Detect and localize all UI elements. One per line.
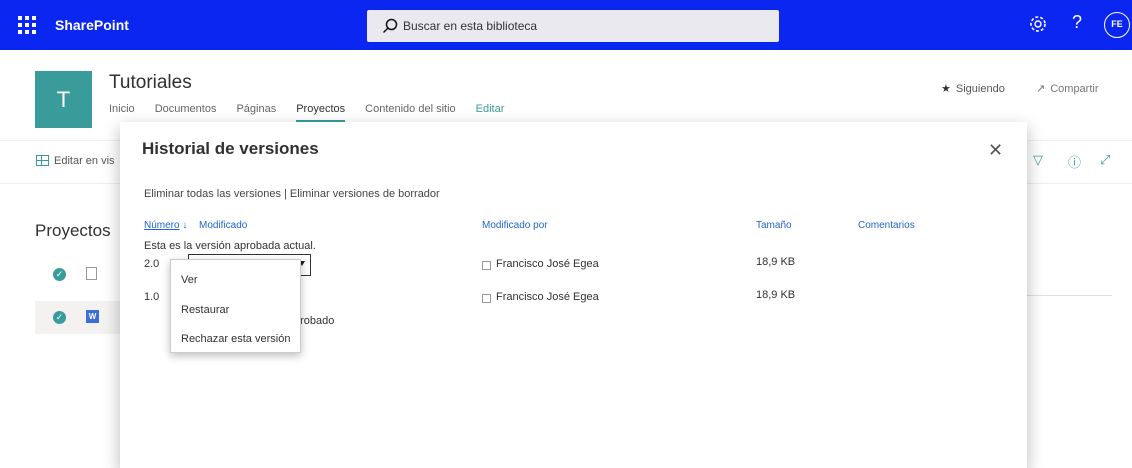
modified-by[interactable]: Francisco José Egea [496,258,599,270]
list-item-selected[interactable] [35,301,123,334]
column-header-modified-by[interactable]: Modificado por [482,220,548,231]
word-file-icon: W [86,310,99,323]
site-logo[interactable]: T [35,71,92,128]
user-avatar[interactable]: FE [1104,12,1130,38]
edit-grid-label: Editar en vis [54,155,115,167]
modified-by[interactable]: Francisco José Egea [496,291,599,303]
nav-documentos[interactable]: Documentos [155,103,217,122]
nav-proyectos[interactable]: Proyectos [296,103,346,122]
user-icon [482,294,491,303]
suite-bar: SharePoint Buscar en esta biblioteca ? F… [0,0,1132,50]
file-size: 18,9 KB [756,289,796,301]
column-header-number[interactable]: Número ↓ [144,220,187,231]
search-icon [382,18,398,34]
library-title: Proyectos [35,221,111,240]
number-sort-link[interactable]: Número [144,220,180,231]
check-icon: ✓ [53,268,66,281]
version-context-menu: Ver Restaurar Rechazar esta versión [170,259,301,353]
file-icon [86,267,97,280]
grid-icon [36,155,49,166]
star-icon: ★ [941,83,951,95]
column-header-size[interactable]: Tamaño [756,220,792,231]
column-header-modified[interactable]: Modificado [199,220,247,231]
version-number: 2.0 [144,258,160,270]
version-number: 1.0 [144,291,160,303]
follow-button[interactable]: ★ Siguiendo [941,82,1005,95]
waffle-icon[interactable] [16,14,38,36]
app-name[interactable]: SharePoint [55,17,129,33]
search-placeholder: Buscar en esta biblioteca [403,19,538,33]
gear-icon[interactable] [1027,13,1049,35]
column-header-comments[interactable]: Comentarios [858,220,915,231]
delete-versions-links[interactable]: Eliminar todas las versiones | Eliminar … [144,188,440,200]
info-icon[interactable]: ⓘ [1068,152,1081,171]
dialog-title: Historial de versiones [142,139,319,158]
site-nav: Inicio Documentos Páginas Proyectos Cont… [109,103,504,122]
site-title[interactable]: Tutoriales [109,72,192,94]
current-version-note: Esta es la versión aprobada actual. [144,240,316,252]
share-icon: ↗ [1036,83,1046,95]
nav-inicio[interactable]: Inicio [109,103,135,122]
menu-item-reject-version[interactable]: Rechazar esta versión [181,333,290,345]
nav-contenido-del-sitio[interactable]: Contenido del sitio [365,103,456,122]
menu-item-restore[interactable]: Restaurar [181,304,229,316]
check-icon: ✓ [53,311,66,324]
share-button[interactable]: ↗ Compartir [1036,82,1099,95]
file-size: 18,9 KB [756,256,796,268]
close-icon[interactable]: ✕ [988,141,1003,159]
help-icon[interactable]: ? [1072,12,1082,42]
search-input[interactable]: Buscar en esta biblioteca [367,10,779,42]
follow-label: Siguiendo [955,83,1005,95]
nav-editar[interactable]: Editar [476,103,505,122]
divider [1027,295,1112,296]
expand-icon[interactable]: ⤢ [1100,152,1110,168]
nav-paginas[interactable]: Páginas [236,103,276,122]
user-icon [482,261,491,270]
edit-grid-view-button[interactable]: Editar en vis [36,155,115,167]
menu-item-view[interactable]: Ver [181,274,198,286]
filter-icon[interactable]: ▽ [1033,152,1043,168]
share-label: Compartir [1050,83,1099,95]
